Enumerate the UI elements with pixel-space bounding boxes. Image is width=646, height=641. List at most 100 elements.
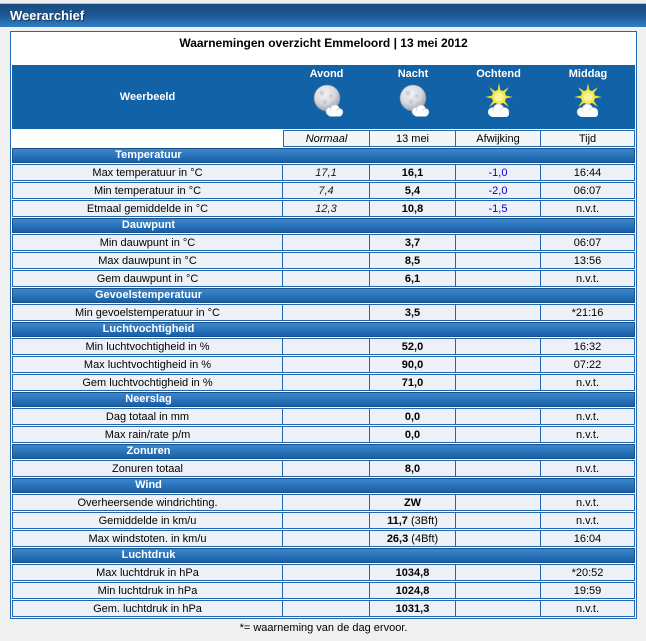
weerbeeld-label-cell: Weerbeeld [12, 65, 283, 129]
normaal-cell [283, 512, 370, 529]
afwijking-cell [456, 374, 541, 391]
normaal-cell [283, 564, 370, 581]
section-header: Wind [12, 478, 635, 493]
row-label-cell: Max dauwpunt in °C [12, 252, 283, 269]
subheader-normaal: Normaal [283, 130, 370, 147]
normaal-cell [283, 252, 370, 269]
afwijking-cell [456, 234, 541, 251]
value-cell: 26,3 (4Bft) [370, 530, 456, 547]
section-header: Luchtvochtigheid [12, 322, 635, 337]
row-label-cell: Gem luchtvochtigheid in % [12, 374, 283, 391]
app-title: Weerarchief [10, 8, 85, 23]
table-row: Min luchtvochtigheid in % 52,0 16:32 [12, 338, 635, 355]
normaal-cell [283, 338, 370, 355]
moon-cloud-icon [394, 83, 432, 121]
subheader-tijd: Tijd [541, 130, 635, 147]
column-avond: Avond [283, 65, 370, 129]
column-ochtend: Ochtend [456, 65, 541, 129]
normaal-cell [283, 582, 370, 599]
row-label-cell: Max luchtdruk in hPa [12, 564, 283, 581]
column-nacht: Nacht [370, 65, 456, 129]
table-row: Max rain/rate p/m 0,0 n.v.t. [12, 426, 635, 443]
tijd-cell: 07:22 [541, 356, 635, 373]
section-row-luchtdruk: Luchtdruk [12, 548, 635, 563]
afwijking-cell [456, 356, 541, 373]
normaal-cell: 17,1 [283, 164, 370, 181]
section-row-zonuren: Zonuren [12, 444, 635, 459]
value-cell: 71,0 [370, 374, 456, 391]
row-label-cell: Min dauwpunt in °C [12, 234, 283, 251]
section-title-zonuren: Zonuren [126, 445, 171, 457]
section-row-gevoelstemperatuur: Gevoelstemperatuur [12, 288, 635, 303]
afwijking-cell: -1,5 [456, 200, 541, 217]
normaal-cell [283, 600, 370, 617]
table-row: Max temperatuur in °C 17,1 16,1 -1,0 16:44 [12, 164, 635, 181]
column-label-nacht: Nacht [397, 68, 429, 80]
normaal-cell [283, 304, 370, 321]
section-title-temperatuur: Temperatuur [115, 149, 182, 161]
row-label-cell: Gemiddelde in km/u [12, 512, 283, 529]
row-label-cell: Max rain/rate p/m [12, 426, 283, 443]
afwijking-cell: -2,0 [456, 182, 541, 199]
column-label-middag: Middag [568, 68, 608, 80]
tijd-cell: n.v.t. [541, 494, 635, 511]
normaal-cell [283, 426, 370, 443]
table-row: Max dauwpunt in °C 8,5 13:56 [12, 252, 635, 269]
tijd-cell: 16:04 [541, 530, 635, 547]
value-cell: 5,4 [370, 182, 456, 199]
value-cell: 90,0 [370, 356, 456, 373]
normaal-cell [283, 408, 370, 425]
row-label-cell: Min luchtvochtigheid in % [12, 338, 283, 355]
section-title-luchtdruk: Luchtdruk [121, 549, 176, 561]
value-cell: 16,1 [370, 164, 456, 181]
tijd-cell: n.v.t. [541, 600, 635, 617]
row-label-cell: Zonuren totaal [12, 460, 283, 477]
value-cell: 10,8 [370, 200, 456, 217]
weerbeeld-band-row: Weerbeeld Avond Nacht Ochtend Middag [12, 65, 635, 129]
normaal-cell [283, 356, 370, 373]
value-cell: 1031,3 [370, 600, 456, 617]
table-row: Zonuren totaal 8,0 n.v.t. [12, 460, 635, 477]
afwijking-cell [456, 338, 541, 355]
afwijking-cell [456, 494, 541, 511]
normaal-cell [283, 374, 370, 391]
column-label-avond: Avond [309, 68, 344, 80]
column-middag: Middag [541, 65, 635, 129]
row-label-cell: Max windstoten. in km/u [12, 530, 283, 547]
report-title: Waarnemingen overzicht Emmeloord | 13 me… [179, 36, 468, 50]
section-title-neerslag: Neerslag [125, 393, 172, 405]
table-row: Gem luchtvochtigheid in % 71,0 n.v.t. [12, 374, 635, 391]
column-label-ochtend: Ochtend [476, 68, 521, 80]
afwijking-cell [456, 460, 541, 477]
tijd-cell: 06:07 [541, 234, 635, 251]
tijd-cell: n.v.t. [541, 374, 635, 391]
afwijking-cell: -1,0 [456, 164, 541, 181]
value-cell: 1034,8 [370, 564, 456, 581]
normaal-cell [283, 530, 370, 547]
tijd-cell: 19:59 [541, 582, 635, 599]
weather-archive-table: Waarnemingen overzicht Emmeloord | 13 me… [10, 31, 637, 619]
table-row: Max windstoten. in km/u 26,3 (4Bft) 16:04 [12, 530, 635, 547]
value-cell: 8,0 [370, 460, 456, 477]
value-cell: ZW [370, 494, 456, 511]
table-row: Min temperatuur in °C 7,4 5,4 -2,0 06:07 [12, 182, 635, 199]
table-row: Gemiddelde in km/u 11,7 (3Bft) n.v.t. [12, 512, 635, 529]
table-row: Overheersende windrichting. ZW n.v.t. [12, 494, 635, 511]
table-row: Min luchtdruk in hPa 1024,8 19:59 [12, 582, 635, 599]
row-label-cell: Min temperatuur in °C [12, 182, 283, 199]
weerbeeld-label: Weerbeeld [119, 91, 176, 103]
row-label-cell: Max luchtvochtigheid in % [12, 356, 283, 373]
section-title-gevoelstemperatuur: Gevoelstemperatuur [95, 289, 202, 301]
section-title-dauwpunt: Dauwpunt [121, 219, 176, 231]
afwijking-cell [456, 252, 541, 269]
normaal-cell [283, 234, 370, 251]
row-label-cell: Gem. luchtdruk in hPa [12, 600, 283, 617]
value-cell: 8,5 [370, 252, 456, 269]
value-cell: 11,7 (3Bft) [370, 512, 456, 529]
subheader-row: Normaal 13 mei Afwijking Tijd [12, 130, 635, 147]
afwijking-cell [456, 270, 541, 287]
sun-cloud-icon [480, 83, 518, 121]
section-row-neerslag: Neerslag [12, 392, 635, 407]
table-row: Gem. luchtdruk in hPa 1031,3 n.v.t. [12, 600, 635, 617]
tijd-cell: n.v.t. [541, 408, 635, 425]
